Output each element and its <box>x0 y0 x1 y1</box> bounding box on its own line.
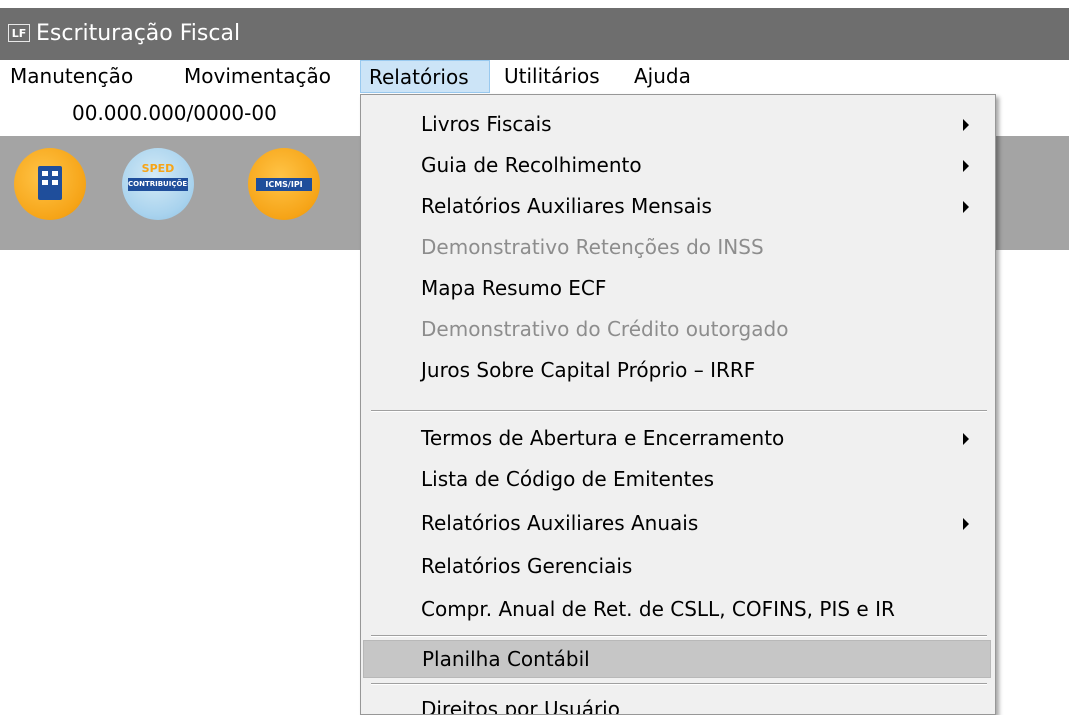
menu-item-label: Termos de Abertura e Encerramento <box>421 426 785 450</box>
menu-item-label: Demonstrativo do Crédito outorgado <box>421 317 789 341</box>
company-cnpj: 00.000.000/0000-00 <box>72 101 277 125</box>
menu-item-label: Lista de Código de Emitentes <box>421 467 715 491</box>
menu-item-label: Planilha Contábil <box>422 647 590 671</box>
submenu-arrow-icon <box>963 518 969 530</box>
menu-utilitarios[interactable]: Utilitários <box>504 60 600 93</box>
sped-label: SPED <box>141 162 175 175</box>
menu-item-label: Guia de Recolhimento <box>421 153 642 177</box>
menu-item-label: Relatórios Auxiliares Mensais <box>421 194 712 218</box>
menu-item-label: Mapa Resumo ECF <box>421 276 607 300</box>
menu-bar: Manutenção Movimentação Relatórios Utili… <box>0 60 1069 94</box>
menu-item-label: Relatórios Gerenciais <box>421 554 633 578</box>
menu-item-compr-anual-ret[interactable]: Compr. Anual de Ret. de CSLL, COFINS, PI… <box>363 589 991 629</box>
relatorios-dropdown: Livros Fiscais Guia de Recolhimento Rela… <box>360 94 996 715</box>
menu-item-relatorios-auxiliares-mensais[interactable]: Relatórios Auxiliares Mensais <box>363 186 991 226</box>
title-bar: LF Escrituração Fiscal <box>0 8 1069 60</box>
contribuicoes-label: CONTRIBUIÇÕES <box>128 178 188 191</box>
menu-item-label: Relatórios Auxiliares Anuais <box>421 511 699 535</box>
menu-item-relatorios-gerenciais[interactable]: Relatórios Gerenciais <box>363 546 991 586</box>
submenu-arrow-icon <box>963 201 969 213</box>
icms-ipi-label: ICMS/IPI <box>256 178 312 191</box>
sped-contribuicoes-button[interactable]: SPED CONTRIBUIÇÕES <box>122 148 194 220</box>
building-icon <box>38 166 62 200</box>
app-icon: LF <box>8 24 30 42</box>
menu-separator <box>371 683 987 685</box>
menu-separator <box>371 635 987 637</box>
submenu-arrow-icon <box>963 160 969 172</box>
menu-item-demonstrativo-retencoes-inss: Demonstrativo Retenções do INSS <box>363 227 991 267</box>
submenu-arrow-icon <box>963 433 969 445</box>
menu-item-mapa-resumo-ecf[interactable]: Mapa Resumo ECF <box>363 268 991 308</box>
menu-separator <box>371 410 987 412</box>
menu-item-label: Juros Sobre Capital Próprio – IRRF <box>421 358 756 382</box>
menu-item-label: Livros Fiscais <box>421 112 552 136</box>
menu-item-termos-abertura-encerramento[interactable]: Termos de Abertura e Encerramento <box>363 418 991 458</box>
menu-item-guia-recolhimento[interactable]: Guia de Recolhimento <box>363 145 991 185</box>
menu-relatorios[interactable]: Relatórios <box>360 60 490 93</box>
menu-movimentacao[interactable]: Movimentação <box>184 60 331 93</box>
menu-item-relatorios-auxiliares-anuais[interactable]: Relatórios Auxiliares Anuais <box>363 503 991 543</box>
menu-item-label: Compr. Anual de Ret. de CSLL, COFINS, PI… <box>421 597 895 621</box>
submenu-arrow-icon <box>963 119 969 131</box>
menu-item-juros-capital-proprio[interactable]: Juros Sobre Capital Próprio – IRRF <box>363 350 991 390</box>
menu-ajuda[interactable]: Ajuda <box>634 60 691 93</box>
window-title: Escrituração Fiscal <box>36 21 241 46</box>
menu-item-label: Demonstrativo Retenções do INSS <box>421 235 764 259</box>
app-window: LF Escrituração Fiscal Manutenção Movime… <box>0 0 1069 715</box>
icms-ipi-button[interactable]: ICMS/IPI <box>248 148 320 220</box>
menu-manutencao[interactable]: Manutenção <box>10 60 133 93</box>
menu-item-livros-fiscais[interactable]: Livros Fiscais <box>363 104 991 144</box>
menu-item-planilha-contabil[interactable]: Planilha Contábil <box>363 640 991 678</box>
menu-item-lista-codigo-emitentes[interactable]: Lista de Código de Emitentes <box>363 459 991 499</box>
menu-item-direitos-usuario[interactable]: Direitos por Usuário <box>363 689 991 715</box>
menu-item-label: Direitos por Usuário <box>421 697 620 715</box>
company-button[interactable] <box>14 148 86 220</box>
menu-item-demonstrativo-credito-outorgado: Demonstrativo do Crédito outorgado <box>363 309 991 349</box>
